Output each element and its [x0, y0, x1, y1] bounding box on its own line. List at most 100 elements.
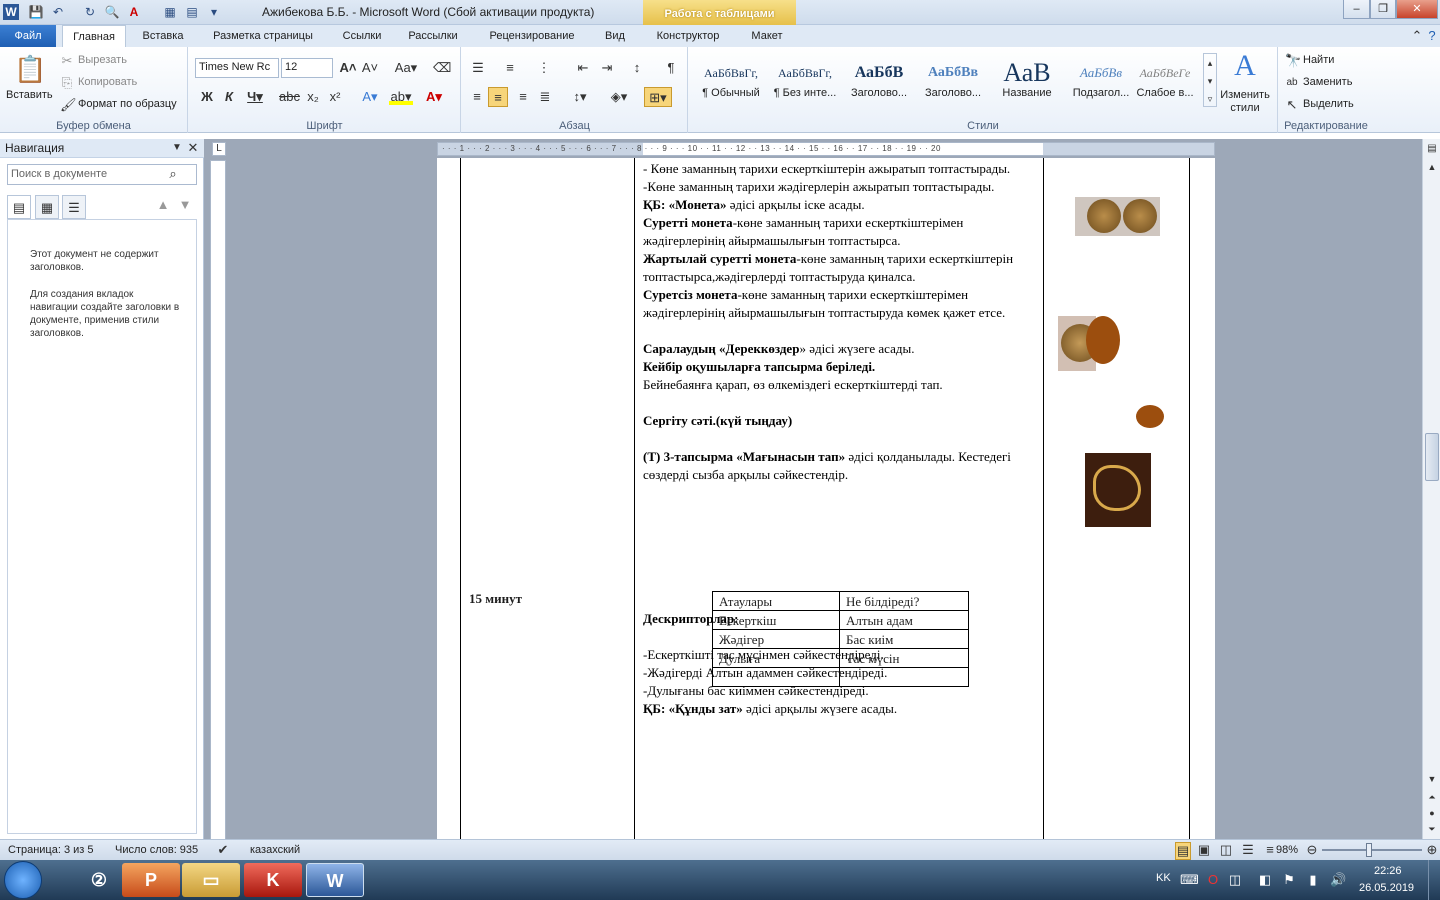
tab-review[interactable]: Рецензирование — [477, 25, 587, 47]
word-count[interactable]: Число слов: 935 — [115, 844, 198, 856]
taskbar-app-2-icon[interactable]: ② — [70, 863, 128, 897]
tab-view[interactable]: Вид — [597, 25, 633, 47]
paste-icon[interactable]: 📋 — [14, 53, 46, 85]
style-subtitle[interactable]: АаБбВв Подзагол... — [1065, 53, 1137, 111]
restore-button[interactable]: ❐ — [1370, 0, 1396, 19]
tray-flag-icon[interactable]: ⚑ — [1282, 872, 1296, 888]
scroll-thumb[interactable] — [1425, 433, 1439, 481]
excel-icon[interactable]: ▤ — [184, 4, 200, 20]
horizontal-ruler[interactable]: · · · 1 · · · 2 · · · 3 · · · 4 · · · 5 … — [437, 142, 1215, 156]
replace-button[interactable]: Заменить — [1303, 76, 1352, 88]
table-cell[interactable] — [712, 667, 840, 687]
customize-qat-icon[interactable]: ▾ — [206, 4, 222, 20]
show-marks-icon[interactable]: ¶ — [662, 60, 680, 76]
style-no-spacing[interactable]: АаБбВвГг, ¶ Без инте... — [769, 53, 841, 111]
font-size-field[interactable]: 12 — [281, 58, 333, 78]
table-cell[interactable]: Дулыға — [712, 648, 840, 668]
superscript-icon[interactable]: x² — [327, 89, 343, 105]
table-cell[interactable]: Не білдіреді? — [839, 591, 969, 611]
search-icon[interactable]: ⌕ — [166, 166, 180, 182]
web-layout-icon[interactable]: ◫ — [1218, 842, 1234, 858]
table-icon[interactable]: ▦ — [162, 4, 178, 20]
underline-icon[interactable]: Ч▾ — [245, 89, 265, 105]
taskbar-app-red-icon[interactable]: K — [244, 863, 302, 897]
browse-pages-icon[interactable]: ▦ — [35, 195, 59, 219]
text-effects-icon[interactable]: A▾ — [359, 89, 381, 105]
styles-scroll-icon[interactable]: ▴ ▾ ▿ — [1203, 53, 1217, 107]
coins-image[interactable] — [1075, 197, 1160, 236]
change-styles-button[interactable]: Изменить стили — [1217, 89, 1273, 115]
proofing-icon[interactable]: ✔ — [214, 842, 232, 858]
align-left-icon[interactable]: ≡ — [468, 89, 486, 105]
borders-icon[interactable]: ⊞▾ — [644, 87, 672, 107]
zoom-out-icon[interactable]: ⊖ — [1304, 842, 1320, 858]
change-case-icon[interactable]: Aa▾ — [393, 60, 419, 76]
start-button[interactable] — [4, 861, 42, 899]
show-desktop-button[interactable] — [1428, 860, 1440, 900]
minimize-button[interactable]: – — [1343, 0, 1370, 19]
zoom-level[interactable]: 98% — [1276, 844, 1298, 856]
style-title[interactable]: АаВ Название — [991, 53, 1063, 111]
tray-signal-icon[interactable]: ▮ — [1306, 872, 1320, 888]
tray-time[interactable]: 22:26 — [1374, 865, 1402, 877]
tray-date[interactable]: 26.05.2019 — [1359, 882, 1414, 894]
brown-coin-shape-small[interactable] — [1136, 405, 1164, 428]
replace-icon[interactable]: ab — [1285, 75, 1299, 91]
tray-volume-icon[interactable]: 🔊 — [1330, 872, 1346, 888]
select-icon[interactable]: ↖ — [1285, 97, 1299, 113]
tab-mailings[interactable]: Рассылки — [400, 25, 466, 47]
select-button[interactable]: Выделить — [1303, 98, 1354, 110]
tab-page-layout[interactable]: Разметка страницы — [202, 25, 324, 47]
nav-menu-icon[interactable]: ▼ — [170, 140, 184, 156]
nav-close-icon[interactable]: ✕ — [186, 140, 200, 156]
font-color-icon[interactable]: A — [126, 4, 142, 20]
style-heading-1[interactable]: АаБбВ Заголово... — [843, 53, 915, 111]
save-icon[interactable]: 💾 — [28, 4, 44, 20]
shrink-font-icon[interactable]: A˅ — [361, 60, 379, 76]
previous-page-icon[interactable]: ⏶ — [1425, 789, 1439, 805]
paste-button[interactable]: Вставить — [6, 89, 53, 101]
undo-icon[interactable]: ↶ — [50, 4, 66, 20]
minimize-ribbon-icon[interactable]: ⌃ — [1410, 28, 1424, 44]
change-styles-icon[interactable]: A — [1227, 49, 1263, 83]
copy-button[interactable]: Копировать — [78, 76, 137, 88]
bullets-icon[interactable]: ☰ — [468, 60, 488, 76]
justify-icon[interactable]: ≣ — [536, 89, 554, 105]
style-subtle-emphasis[interactable]: АаБбВеГе Слабое в... — [1129, 53, 1201, 111]
print-preview-icon[interactable]: 🔍 — [104, 4, 120, 20]
select-browse-object-icon[interactable]: ● — [1425, 805, 1439, 821]
font-name-field[interactable]: Times New Rc — [195, 58, 279, 78]
clear-formatting-icon[interactable]: ⌫ — [433, 60, 451, 76]
zoom-slider-thumb[interactable] — [1366, 843, 1372, 857]
bold-icon[interactable]: Ж — [199, 89, 215, 105]
next-heading-icon[interactable]: ▼ — [178, 197, 192, 213]
vertical-scrollbar[interactable]: ▤ ▲ ▼ ⏶ ● ⏷ — [1422, 139, 1440, 839]
redo-icon[interactable]: ↻ — [82, 4, 98, 20]
cut-button[interactable]: Вырезать — [78, 54, 127, 66]
table-cell[interactable]: Ескерткіш — [712, 610, 840, 630]
format-painter-button[interactable]: Формат по образцу — [78, 98, 177, 110]
table-cell[interactable]: Алтын адам — [839, 610, 969, 630]
align-right-icon[interactable]: ≡ — [514, 89, 532, 105]
ruler-toggle-icon[interactable]: ▤ — [1425, 141, 1439, 157]
style-normal[interactable]: АаБбВвГг, ¶ Обычный — [695, 53, 767, 111]
zoom-slider[interactable] — [1322, 849, 1422, 851]
numbering-icon[interactable]: ≡ — [500, 60, 520, 76]
table-cell[interactable]: Атаулары — [712, 591, 840, 611]
line-spacing-icon[interactable]: ↕▾ — [568, 89, 592, 105]
matching-table[interactable]: Атаулары Не білдіреді? Ескерткіш Алтын ада… — [712, 591, 969, 687]
font-color-icon-ribbon[interactable]: A▾ — [423, 89, 445, 105]
italic-icon[interactable]: К — [221, 89, 237, 105]
tab-file[interactable]: Файл — [0, 25, 56, 47]
close-button[interactable]: ✕ — [1396, 0, 1438, 19]
language-indicator[interactable]: казахский — [250, 844, 300, 856]
taskbar-powerpoint-icon[interactable]: P — [122, 863, 180, 897]
copy-icon[interactable]: ⎘ — [60, 75, 74, 91]
cut-icon[interactable]: ✂ — [60, 53, 74, 69]
golden-artifact-image[interactable] — [1085, 453, 1151, 527]
vertical-ruler[interactable] — [210, 160, 226, 840]
grow-font-icon[interactable]: A˄ — [339, 60, 357, 76]
tray-keyboard-icon[interactable]: ⌨ — [1180, 872, 1199, 888]
tab-references[interactable]: Ссылки — [334, 25, 390, 47]
taskbar-word-icon[interactable]: W — [306, 863, 364, 897]
